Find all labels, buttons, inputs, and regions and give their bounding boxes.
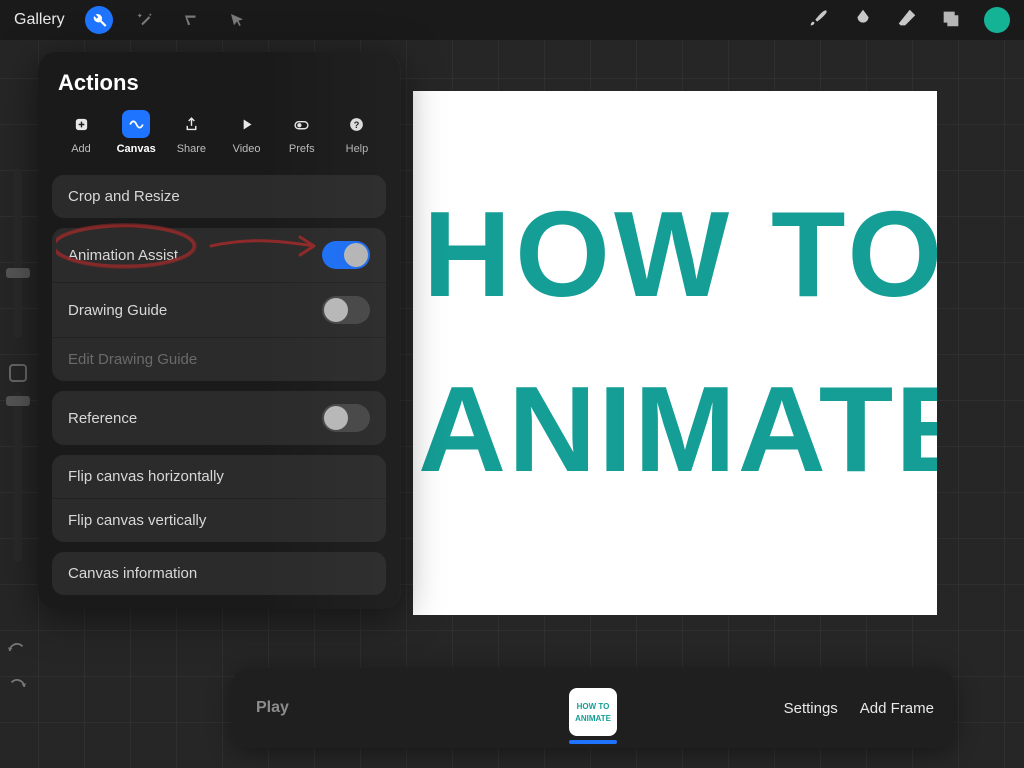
actions-title: Actions — [58, 70, 386, 96]
smudge-icon[interactable] — [852, 7, 874, 34]
actions-tab-share[interactable]: Share — [164, 110, 218, 155]
drawing-guide-toggle[interactable] — [322, 296, 370, 324]
drawing-guide-row[interactable]: Drawing Guide — [52, 282, 386, 337]
tab-label: Share — [177, 143, 206, 155]
timeline-addframe-button[interactable]: Add Frame — [860, 700, 934, 717]
actions-tab-help[interactable]: ? Help — [330, 110, 384, 155]
modify-button[interactable] — [9, 364, 27, 382]
right-tool-group — [808, 7, 1010, 34]
tab-label: Help — [346, 143, 369, 155]
tab-label: Add — [71, 143, 91, 155]
flip-vertical-label: Flip canvas vertically — [68, 512, 206, 529]
brush-size-knob[interactable] — [6, 268, 30, 278]
flip-horizontal-label: Flip canvas horizontally — [68, 468, 224, 485]
actions-tab-canvas[interactable]: Canvas — [109, 110, 163, 155]
svg-text:?: ? — [354, 120, 360, 130]
brush-opacity-knob[interactable] — [6, 396, 30, 406]
actions-tab-prefs[interactable]: Prefs — [275, 110, 329, 155]
animation-assist-label: Animation Assist — [68, 247, 178, 264]
brush-icon[interactable] — [808, 7, 830, 34]
flip-vertical-row[interactable]: Flip canvas vertically — [52, 498, 386, 542]
top-toolbar: Gallery — [0, 0, 1024, 40]
actions-tab-add[interactable]: Add — [54, 110, 108, 155]
layers-icon[interactable] — [940, 7, 962, 34]
gallery-button[interactable]: Gallery — [14, 11, 65, 29]
transform-cursor-icon[interactable] — [223, 6, 251, 34]
reference-label: Reference — [68, 410, 137, 427]
adjustments-wand-icon[interactable] — [131, 6, 159, 34]
artwork-line2: ANIMATE — [418, 361, 937, 497]
drawing-guide-label: Drawing Guide — [68, 302, 167, 319]
timeline-frame-underline — [569, 740, 617, 744]
artwork-line1: HOW TO — [423, 186, 937, 322]
reference-toggle[interactable] — [322, 404, 370, 432]
brush-opacity-slider[interactable] — [14, 392, 22, 562]
selection-icon[interactable] — [177, 6, 205, 34]
timeline-settings-button[interactable]: Settings — [784, 700, 838, 717]
tab-label: Video — [233, 143, 261, 155]
undo-redo-group — [6, 640, 28, 698]
actions-wrench-icon[interactable] — [85, 6, 113, 34]
svg-text:HOW TO: HOW TO — [577, 702, 610, 711]
artwork-canvas[interactable]: HOW TO ANIMATE — [413, 91, 937, 615]
left-tool-group — [85, 6, 251, 34]
redo-icon[interactable] — [6, 676, 28, 698]
crop-resize-row[interactable]: Crop and Resize — [52, 175, 386, 218]
undo-icon[interactable] — [6, 640, 28, 662]
actions-tabs: Add Canvas Share Video Prefs ? Help — [52, 110, 386, 165]
edit-drawing-guide-label: Edit Drawing Guide — [68, 351, 197, 368]
tab-label: Canvas — [117, 143, 156, 155]
actions-tab-video[interactable]: Video — [220, 110, 274, 155]
brush-size-slider[interactable] — [14, 168, 22, 338]
eraser-icon[interactable] — [896, 7, 918, 34]
flip-horizontal-row[interactable]: Flip canvas horizontally — [52, 455, 386, 498]
svg-text:ANIMATE: ANIMATE — [575, 714, 612, 723]
tab-label: Prefs — [289, 143, 315, 155]
animation-assist-toggle[interactable] — [322, 241, 370, 269]
actions-panel: Actions Add Canvas Share Video Prefs ? H… — [38, 52, 400, 609]
canvas-information-label: Canvas information — [68, 565, 197, 582]
color-picker-dot[interactable] — [984, 7, 1010, 33]
timeline-frame-thumb[interactable]: HOW TO ANIMATE — [569, 688, 617, 736]
crop-resize-label: Crop and Resize — [68, 188, 180, 205]
animation-assist-row[interactable]: Animation Assist — [52, 228, 386, 282]
timeline-play-button[interactable]: Play — [256, 699, 289, 717]
edit-drawing-guide-row: Edit Drawing Guide — [52, 337, 386, 381]
animation-timeline: Play HOW TO ANIMATE Settings Add Frame — [232, 668, 954, 748]
side-slider-group — [1, 168, 35, 562]
canvas-information-row[interactable]: Canvas information — [52, 552, 386, 595]
reference-row[interactable]: Reference — [52, 391, 386, 445]
